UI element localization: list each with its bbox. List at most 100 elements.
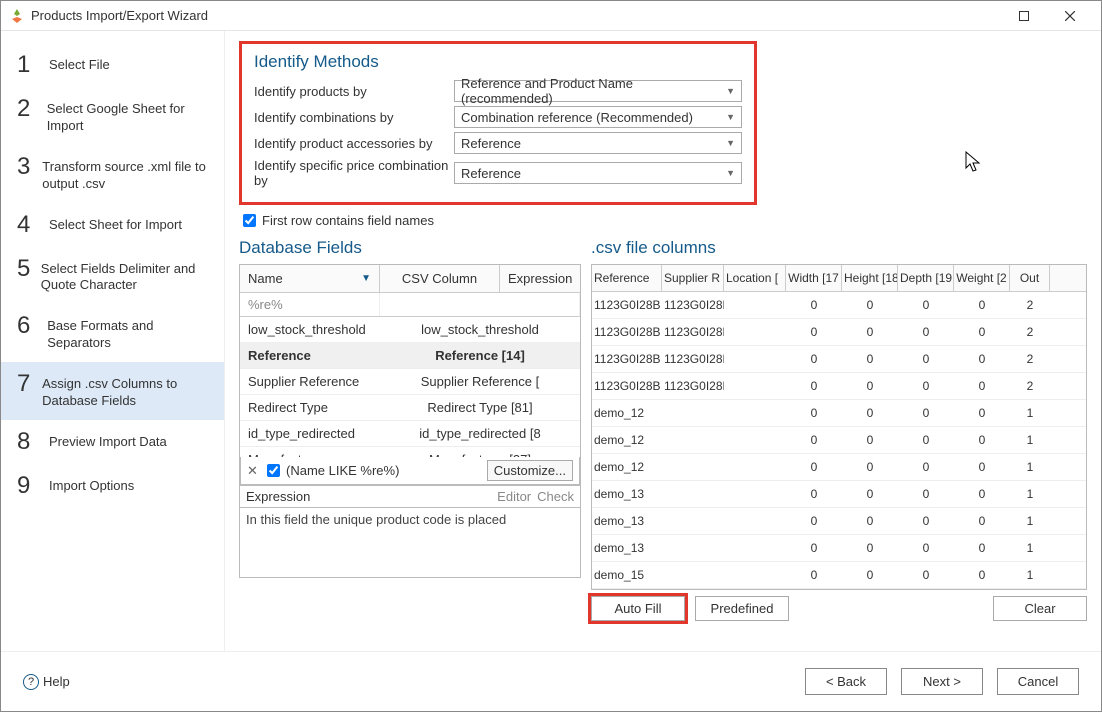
expression-label: Expression (246, 489, 310, 504)
csv-row[interactable]: 1123G0I28B1123G0I28B00002 (592, 346, 1086, 373)
expression-input[interactable] (314, 489, 491, 504)
cancel-button[interactable]: Cancel (997, 668, 1079, 695)
csv-row[interactable]: demo_1200001 (592, 454, 1086, 481)
predefined-button[interactable]: Predefined (695, 596, 789, 621)
db-field-csv: Redirect Type [81] (380, 395, 580, 420)
database-fields-grid: Name▼ CSV Column Expression %re% low_sto… (239, 264, 581, 486)
clear-button[interactable]: Clear (993, 596, 1087, 621)
db-field-csv: Supplier Reference [ (380, 369, 580, 394)
csv-grid: ReferenceSupplier RLocation [Width [17He… (591, 264, 1087, 590)
csv-col-header[interactable]: Supplier R (662, 265, 724, 291)
chevron-down-icon: ▼ (726, 138, 735, 148)
csv-col-header[interactable]: Height [18 (842, 265, 898, 291)
expression-check-link[interactable]: Check (537, 489, 574, 504)
identify-price-label: Identify specific price combination by (254, 158, 454, 188)
expression-editor-link[interactable]: Editor (497, 489, 531, 504)
filter-active-checkbox[interactable] (267, 464, 280, 477)
step-8[interactable]: 8Preview Import Data (1, 420, 224, 464)
field-description: In this field the unique product code is… (239, 508, 581, 578)
db-field-row[interactable]: ManufacturerManufacturer [37] (240, 447, 580, 457)
csv-col-header[interactable]: Location [ (724, 265, 786, 291)
maximize-button[interactable] (1001, 1, 1047, 31)
identify-products-label: Identify products by (254, 84, 454, 99)
csv-row[interactable]: demo_1500001 (592, 562, 1086, 589)
col-expr-header[interactable]: Expression (500, 265, 580, 292)
step-9[interactable]: 9Import Options (1, 464, 224, 508)
identify-combinations-label: Identify combinations by (254, 110, 454, 125)
csv-row[interactable]: 1123G0I28B1123G0I28B00002 (592, 292, 1086, 319)
db-field-name: id_type_redirected (240, 421, 380, 446)
csv-row[interactable]: demo_1300001 (592, 508, 1086, 535)
identify-combinations-combo[interactable]: Combination reference (Recommended)▼ (454, 106, 742, 128)
csv-row[interactable]: demo_1200001 (592, 400, 1086, 427)
db-field-name: Manufacturer (240, 447, 380, 457)
db-field-name: Supplier Reference (240, 369, 380, 394)
db-field-name: Redirect Type (240, 395, 380, 420)
db-field-csv: Manufacturer [37] (380, 447, 580, 457)
step-4[interactable]: 4Select Sheet for Import (1, 203, 224, 247)
db-field-row[interactable]: id_type_redirectedid_type_redirected [8 (240, 421, 580, 447)
csv-filter-input[interactable] (380, 293, 580, 316)
identify-products-combo[interactable]: Reference and Product Name (recommended)… (454, 80, 742, 102)
identify-price-combo[interactable]: Reference▼ (454, 162, 742, 184)
clear-filter-icon[interactable]: ✕ (247, 463, 261, 479)
csv-col-header[interactable]: Width [17 (786, 265, 842, 291)
db-field-csv: low_stock_threshold (380, 317, 580, 342)
first-row-checkbox-row: First row contains field names (243, 213, 1087, 228)
wizard-content: Identify Methods Identify products byRef… (225, 31, 1101, 651)
identify-methods-box: Identify Methods Identify products byRef… (239, 41, 757, 205)
identify-title: Identify Methods (254, 52, 742, 72)
step-6[interactable]: 6Base Formats and Separators (1, 304, 224, 362)
step-2[interactable]: 2Select Google Sheet for Import (1, 87, 224, 145)
app-icon (9, 8, 25, 24)
wizard-footer: ? Help < Back Next > Cancel (1, 651, 1101, 711)
step-3[interactable]: 3Transform source .xml file to output .c… (1, 145, 224, 203)
db-field-row[interactable]: low_stock_thresholdlow_stock_threshold (240, 317, 580, 343)
db-field-row[interactable]: Supplier ReferenceSupplier Reference [ (240, 369, 580, 395)
chevron-down-icon: ▼ (726, 86, 735, 96)
step-5[interactable]: 5Select Fields Delimiter and Quote Chara… (1, 247, 224, 305)
csv-columns-title: .csv file columns (591, 238, 1087, 258)
identify-accessories-combo[interactable]: Reference▼ (454, 132, 742, 154)
autofill-button[interactable]: Auto Fill (591, 596, 685, 621)
active-filter-text: (Name LIKE %re%) (286, 463, 399, 478)
db-field-csv: Reference [14] (380, 343, 580, 368)
db-field-row[interactable]: Redirect TypeRedirect Type [81] (240, 395, 580, 421)
help-link[interactable]: ? Help (23, 674, 70, 690)
csv-row[interactable]: 1123G0I28B1123G0I28B00002 (592, 373, 1086, 400)
csv-col-header[interactable]: Reference (592, 265, 662, 291)
wizard-sidebar: 1Select File 2Select Google Sheet for Im… (1, 31, 225, 651)
col-name-header[interactable]: Name▼ (240, 265, 380, 292)
name-filter-input[interactable]: %re% (240, 293, 380, 316)
customize-button[interactable]: Customize... (487, 460, 573, 481)
help-icon: ? (23, 674, 39, 690)
csv-columns-panel: .csv file columns ReferenceSupplier RLoc… (591, 238, 1087, 621)
close-button[interactable] (1047, 1, 1093, 31)
first-row-label: First row contains field names (262, 213, 434, 228)
chevron-down-icon: ▼ (726, 112, 735, 122)
db-field-name: low_stock_threshold (240, 317, 380, 342)
next-button[interactable]: Next > (901, 668, 983, 695)
db-field-row[interactable]: ReferenceReference [14] (240, 343, 580, 369)
titlebar: Products Import/Export Wizard (1, 1, 1101, 31)
db-field-csv: id_type_redirected [8 (380, 421, 580, 446)
csv-col-header[interactable]: Depth [19 (898, 265, 954, 291)
csv-col-header[interactable]: Out (1010, 265, 1050, 291)
back-button[interactable]: < Back (805, 668, 887, 695)
csv-row[interactable]: demo_1300001 (592, 535, 1086, 562)
mouse-cursor-icon (965, 151, 983, 173)
db-field-name: Reference (240, 343, 380, 368)
database-fields-title: Database Fields (239, 238, 581, 258)
chevron-down-icon: ▼ (726, 168, 735, 178)
step-1[interactable]: 1Select File (1, 43, 224, 87)
window-title: Products Import/Export Wizard (31, 8, 1001, 23)
csv-row[interactable]: demo_1300001 (592, 481, 1086, 508)
step-7[interactable]: 7Assign .csv Columns to Database Fields (1, 362, 224, 420)
col-csv-header[interactable]: CSV Column (380, 265, 500, 292)
csv-row[interactable]: 1123G0I28B1123G0I28B00002 (592, 319, 1086, 346)
first-row-checkbox[interactable] (243, 214, 256, 227)
database-fields-panel: Database Fields Name▼ CSV Column Express… (239, 238, 581, 621)
csv-col-header[interactable]: Weight [2 (954, 265, 1010, 291)
filter-icon: ▼ (361, 273, 371, 284)
csv-row[interactable]: demo_1200001 (592, 427, 1086, 454)
